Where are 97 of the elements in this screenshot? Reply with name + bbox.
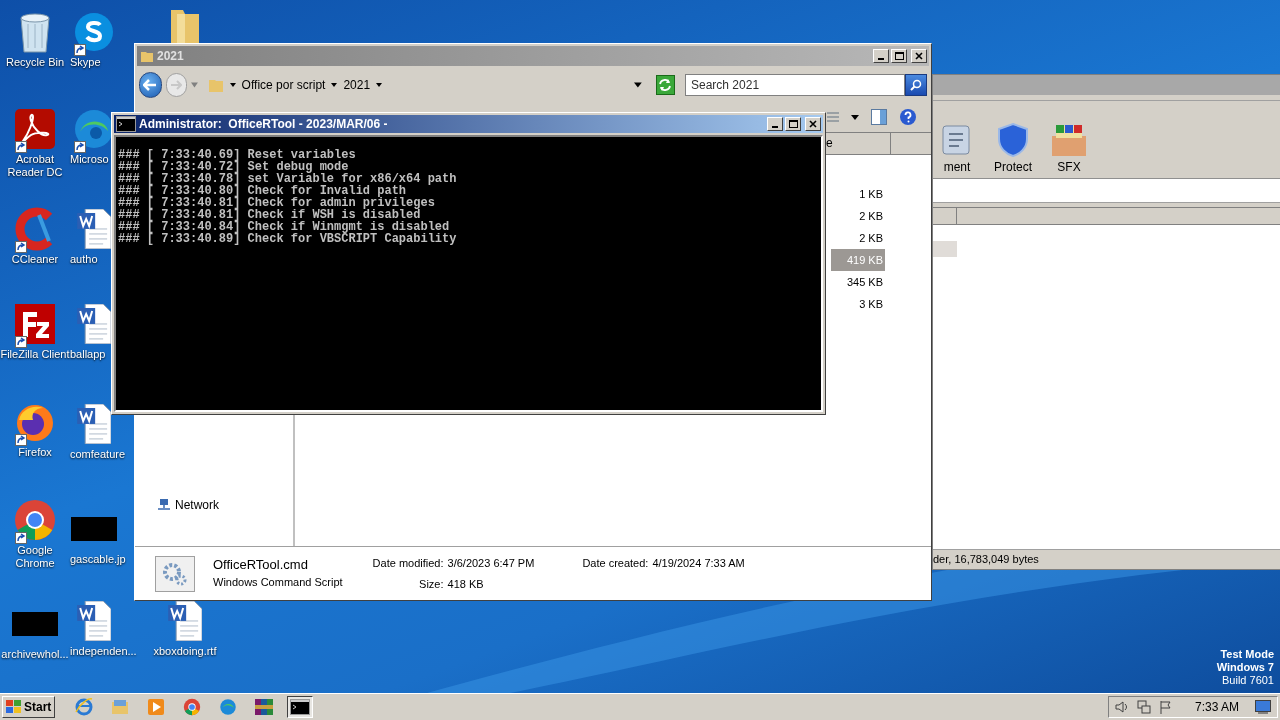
breadcrumb-arrow-icon[interactable] [229, 83, 236, 87]
breadcrumb-arrow-icon[interactable] [331, 83, 338, 87]
console-line: ### [ 7:33:40.84] Check if Winmgmt is disabled [118, 221, 450, 233]
refresh-button[interactable] [655, 75, 675, 95]
desktop-icon-label[interactable]: Microso [70, 153, 109, 166]
detail-value: 3/6/2023 6:47 PM [447, 555, 535, 571]
size-cell[interactable]: 1 KB [831, 183, 885, 205]
desktop-icon-label[interactable]: xboxdoing.rtf [153, 645, 217, 658]
command-prompt-icon[interactable] [116, 116, 136, 132]
console-line: ### [ 7:33:40.81] Check for admin privileges [118, 197, 436, 209]
back-arrow-icon [143, 79, 158, 91]
help-icon[interactable] [899, 108, 917, 126]
selected-row-highlight [933, 241, 957, 257]
nav-item[interactable]: Network [157, 499, 293, 511]
size-cell[interactable]: 3 KB [831, 293, 885, 315]
console-line: ### [ 7:33:40.80] Check for Invalid path [118, 185, 407, 197]
preview-pane-icon[interactable] [871, 109, 887, 125]
flag-icon[interactable] [1158, 700, 1173, 714]
maximize-icon [788, 120, 798, 128]
breadcrumb-arrow-icon[interactable] [376, 83, 383, 87]
gears-icon [161, 560, 189, 587]
close-button[interactable] [911, 49, 927, 63]
console-line: ### [ 7:33:40.69] Reset variables [118, 149, 357, 161]
search-button[interactable] [905, 74, 927, 96]
file-type: Windows Command Script [213, 576, 343, 589]
start-button[interactable]: Start [2, 696, 56, 718]
maximize-button[interactable] [891, 49, 907, 63]
size-cell[interactable]: 2 KB [831, 205, 885, 227]
status-bar-text: der, 16,783,049 bytes [933, 552, 1039, 568]
chrome-icon [13, 498, 57, 542]
show-desktop-icon[interactable] [1255, 700, 1271, 714]
desktop-icon-label[interactable]: Recycle Bin [5, 56, 65, 69]
back-button[interactable] [139, 72, 162, 98]
address-dropdown-icon[interactable] [633, 82, 642, 88]
maximize-icon [894, 52, 904, 60]
window-title: Administrator: OfficeRTool - 2023/MAR/06 - [139, 116, 388, 133]
toolbar-button[interactable]: ment [935, 122, 979, 174]
detail-value: 418 KB [447, 577, 485, 592]
minimize-icon [878, 58, 884, 60]
test-mode-text: Build 7601 [1222, 674, 1274, 687]
minimize-button[interactable] [767, 117, 783, 131]
minimize-button[interactable] [873, 49, 889, 63]
desktop-icon-label[interactable]: comfeature [70, 448, 126, 461]
desktop-icon-label[interactable]: autho [70, 253, 98, 266]
close-icon [915, 52, 923, 60]
dropdown-caret-icon[interactable] [851, 114, 859, 120]
desktop-icon-label[interactable]: Acrobat Reader DC [0, 153, 70, 179]
test-mode-text: Windows 7 [1216, 661, 1274, 674]
close-icon [809, 120, 817, 128]
desktop-icon-label[interactable]: CCleaner [11, 253, 59, 266]
toolbar-button[interactable]: SFX [1047, 122, 1091, 174]
desktop-icon-label[interactable]: gascable.jp [70, 553, 126, 566]
window-title: 2021 [157, 48, 184, 65]
breadcrumb-item[interactable]: 2021 [343, 76, 371, 94]
minimize-icon [772, 126, 778, 128]
shield-icon [995, 122, 1031, 158]
volume-icon[interactable] [1114, 700, 1129, 714]
toolbar-button[interactable]: Protect [991, 122, 1035, 174]
size-cell[interactable]: 345 KB [831, 271, 885, 293]
close-button[interactable] [805, 117, 821, 131]
refresh-icon [658, 79, 673, 91]
redacted-thumbnail [12, 612, 58, 636]
search-field[interactable]: Search 2021 [685, 74, 905, 96]
breadcrumb-item[interactable]: Office por script [241, 76, 326, 94]
forward-arrow-icon [170, 80, 183, 90]
history-dropdown-icon[interactable] [190, 82, 198, 88]
desktop-icon-label[interactable]: Skype [70, 56, 101, 69]
detail-label: Size: [418, 577, 444, 592]
network-icon[interactable] [1136, 700, 1151, 714]
word-document-icon [76, 600, 112, 642]
folder-icon [140, 49, 154, 63]
console-line: ### [ 7:33:40.78] set Variable for x86/x64 path [118, 173, 458, 185]
detail-value: 4/19/2024 7:33 AM [652, 555, 745, 571]
desktop-icon-label[interactable]: FileZilla Client [0, 348, 70, 361]
detail-label: Date created: [582, 555, 649, 571]
address-field[interactable] [933, 179, 1280, 203]
desktop-icon-label[interactable]: ballapp [70, 348, 106, 361]
desktop-icon-label[interactable]: independen... [70, 645, 137, 658]
search-icon [910, 79, 922, 91]
windows-logo-icon [6, 700, 22, 714]
redacted-thumbnail [71, 517, 117, 541]
skype-icon [72, 10, 116, 54]
desktop-icon-label[interactable]: Firefox [18, 446, 52, 459]
network-icon [157, 499, 171, 511]
desktop-icon-label[interactable]: Google Chrome [0, 544, 70, 570]
maximize-button[interactable] [785, 117, 801, 131]
detail-label: Date modified: [372, 555, 444, 571]
console-line: ### [ 7:33:40.89] Check for VBSCRIPT Capability [118, 233, 458, 245]
filezilla-icon [13, 302, 57, 346]
console-line: ### [ 7:33:40.72] Set debug mode [118, 161, 349, 173]
test-mode-text: Test Mode [1220, 648, 1274, 661]
desktop-icon-label[interactable]: archivewhol... [1, 648, 69, 661]
folder-icon [207, 77, 224, 93]
size-cell[interactable]: 2 KB [831, 227, 885, 249]
file-name: OfficeRTool.cmd [213, 558, 309, 572]
console-line: ### [ 7:33:40.81] Check if WSH is disabled [118, 209, 421, 221]
acrobat-icon [13, 107, 57, 151]
